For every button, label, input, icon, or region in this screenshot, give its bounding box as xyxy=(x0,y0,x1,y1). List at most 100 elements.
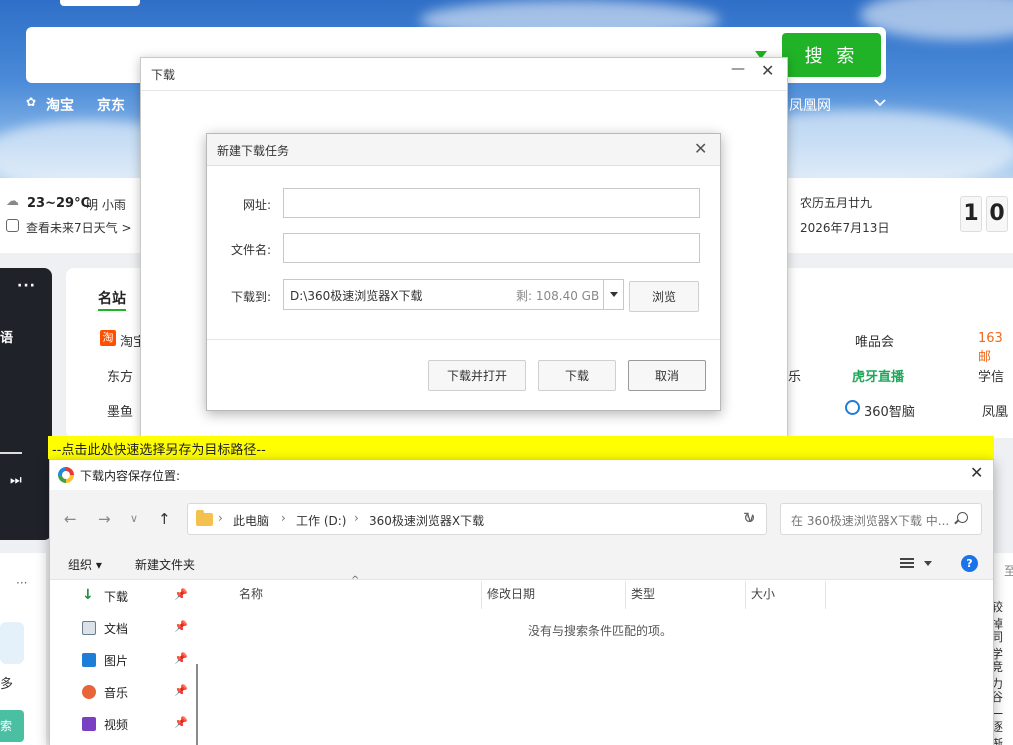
folder-search-input[interactable]: 在 360极速浏览器X下载 中... xyxy=(780,503,982,535)
up-arrow-icon[interactable]: ↑ xyxy=(158,510,171,528)
weather-forecast-link[interactable]: 查看未来7日天气 > xyxy=(26,219,132,236)
filename-field[interactable] xyxy=(283,233,700,263)
recent-chevron-icon[interactable]: ∨ xyxy=(130,512,138,525)
dialog-toolbar: 组织 ▾ 新建文件夹 ? xyxy=(50,546,993,580)
sidebar-item-documents[interactable]: 文档 📌 xyxy=(82,617,192,639)
taobao-icon: 淘 xyxy=(100,330,116,346)
save-location-dialog: 下载内容保存位置: ✕ ← → ∨ ↑ › 此电脑 › 工作 (D:) › 36… xyxy=(49,459,994,745)
pin-icon: 📌 xyxy=(174,620,188,633)
column-header-type[interactable]: 类型 xyxy=(631,585,655,602)
site-link[interactable]: 唯品会 xyxy=(855,331,894,350)
site-link[interactable]: 360智脑 xyxy=(864,401,915,420)
divider xyxy=(207,339,720,340)
settings-icon: ✿ xyxy=(26,95,37,109)
pin-icon: 📌 xyxy=(174,652,188,665)
news-item[interactable]: 竞力 xyxy=(991,658,1013,692)
breadcrumb-item[interactable]: 工作 (D:) xyxy=(296,512,346,529)
left-panel-text: 语 xyxy=(0,331,14,346)
site-link[interactable]: 虎牙直播 xyxy=(852,366,904,385)
download-button[interactable]: 下载 xyxy=(538,360,616,391)
nav-link-jd[interactable]: 京东 xyxy=(97,95,125,115)
breadcrumb-separator: › xyxy=(354,511,359,525)
dialog-title: 新建下载任务 xyxy=(217,144,290,158)
lunar-date: 农历五月廿九 xyxy=(800,196,873,210)
filename-label: 文件名: xyxy=(230,243,271,257)
view-options-icon[interactable] xyxy=(900,558,914,568)
save-path-select[interactable]: D:\360极速浏览器X下载 剩: 108.40 GB xyxy=(283,279,624,310)
breadcrumb-item[interactable]: 此电脑 xyxy=(233,512,269,529)
site-link[interactable]: 凤凰 xyxy=(982,401,1008,420)
site-link[interactable]: 墨鱼 xyxy=(107,401,133,420)
widget-more-icon[interactable]: ··· xyxy=(16,576,27,590)
folder-icon xyxy=(196,510,213,526)
forward-arrow-icon[interactable]: → xyxy=(98,510,111,528)
sidebar-item-downloads[interactable]: ↓ 下载 📌 xyxy=(82,585,192,607)
sidebar-item-label: 音乐 xyxy=(104,686,129,700)
quick-save-path-hint[interactable]: --点击此处快速选择另存为目标路径-- xyxy=(48,436,994,459)
next-track-icon[interactable]: ⏭ xyxy=(10,473,22,488)
help-icon[interactable]: ? xyxy=(961,555,978,572)
sites-tab-title[interactable]: 名站 xyxy=(98,288,126,308)
sidebar-item-videos[interactable]: 视频 📌 xyxy=(82,713,192,735)
column-header-date[interactable]: 修改日期 xyxy=(487,585,535,602)
nav-expand-chevron-icon[interactable] xyxy=(873,96,887,110)
apps-icon[interactable] xyxy=(0,622,24,664)
new-folder-button[interactable]: 新建文件夹 xyxy=(135,556,195,573)
document-icon xyxy=(82,621,96,635)
weather-temp: 23~29°C xyxy=(27,196,91,211)
news-item[interactable]: 较掉 xyxy=(991,598,1013,632)
cancel-button[interactable]: 取消 xyxy=(628,360,706,391)
download-and-open-button[interactable]: 下载并打开 xyxy=(428,360,526,391)
pin-icon: 📌 xyxy=(174,684,188,697)
new-download-task-dialog: 新建下载任务 ✕ 网址: 文件名: 下载到: D:\360极速浏览器X下载 剩:… xyxy=(206,133,721,411)
nav-link-taobao[interactable]: 淘宝 xyxy=(46,95,74,115)
clock-digit: 0 xyxy=(986,196,1008,232)
news-tab[interactable]: 至 xyxy=(1004,562,1013,579)
more-options-icon[interactable]: ··· xyxy=(17,278,36,294)
cloud-rain-icon: ☁ xyxy=(6,194,19,209)
chevron-down-icon[interactable] xyxy=(603,280,624,309)
address-bar[interactable]: › 此电脑 › 工作 (D:) › 360极速浏览器X下载 ∨ xyxy=(187,503,767,535)
close-icon[interactable]: ✕ xyxy=(761,63,777,80)
window-title: 下载 xyxy=(151,68,176,82)
column-divider[interactable] xyxy=(625,581,626,609)
video-icon xyxy=(82,717,96,731)
breadcrumb-item[interactable]: 360极速浏览器X下载 xyxy=(369,512,484,529)
refresh-icon[interactable]: ↻ xyxy=(743,509,756,527)
back-arrow-icon[interactable]: ← xyxy=(64,510,77,528)
column-divider[interactable] xyxy=(481,581,482,609)
close-icon[interactable]: ✕ xyxy=(970,465,983,481)
sidebar-item-label: 下载 xyxy=(104,590,129,604)
news-item[interactable]: 谷一 xyxy=(991,688,1013,722)
site-link[interactable]: 学信 xyxy=(978,366,1004,385)
organize-menu[interactable]: 组织 ▾ xyxy=(68,556,102,573)
column-header-size[interactable]: 大小 xyxy=(751,585,775,602)
more-label[interactable]: 多 xyxy=(0,673,13,692)
left-media-panel xyxy=(0,268,52,540)
sidebar-item-label: 视频 xyxy=(104,718,129,732)
url-field[interactable] xyxy=(283,188,700,218)
sidebar-item-music[interactable]: 音乐 📌 xyxy=(82,681,192,703)
divider xyxy=(141,90,787,91)
site-link[interactable]: 东方 xyxy=(107,366,133,385)
view-dropdown-icon[interactable] xyxy=(924,561,932,566)
sidebar-scrollbar[interactable] xyxy=(196,664,198,745)
close-icon[interactable]: ✕ xyxy=(694,141,707,157)
quick-access-sidebar: ↓ 下载 📌 文档 📌 图片 📌 音乐 📌 视频 📌 xyxy=(50,581,206,745)
news-item[interactable]: 逐渐 xyxy=(991,718,1013,745)
sort-ascending-icon: ^ xyxy=(351,575,360,586)
news-item[interactable]: 同学 xyxy=(991,628,1013,662)
search-side-button[interactable]: 索 xyxy=(0,710,24,742)
column-header-name[interactable]: 名称 xyxy=(239,585,263,602)
minimize-icon[interactable]: — xyxy=(731,62,745,78)
column-divider[interactable] xyxy=(745,581,746,609)
sidebar-item-pictures[interactable]: 图片 📌 xyxy=(82,649,192,671)
site-link[interactable]: 163邮 xyxy=(978,331,1013,365)
dialog-title: 下载内容保存位置: xyxy=(80,469,181,483)
breadcrumb-separator: › xyxy=(281,511,286,525)
site-link[interactable]: 乐 xyxy=(788,366,801,385)
nav-link-ifeng[interactable]: 凤凰网 xyxy=(789,95,831,115)
browse-button[interactable]: 浏览 xyxy=(629,281,699,312)
column-divider[interactable] xyxy=(825,581,826,609)
main-search-button[interactable]: 搜 索 xyxy=(782,33,881,77)
